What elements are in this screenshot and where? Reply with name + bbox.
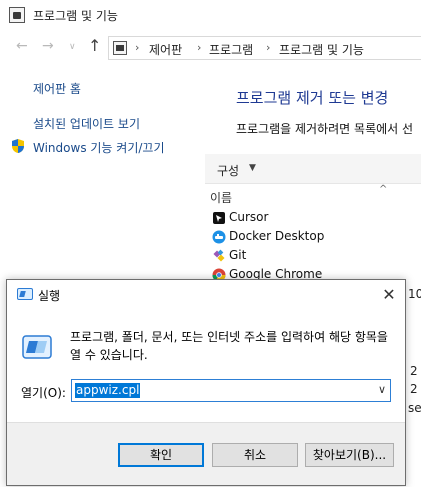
background-list-text: 2 R — [410, 382, 421, 396]
back-arrow-icon[interactable]: ← — [16, 38, 28, 54]
background-list-text: ser) — [408, 401, 421, 415]
organize-button[interactable]: 구성 — [217, 162, 239, 179]
breadcrumb-control-panel[interactable]: 제어판 — [149, 41, 182, 58]
column-header-name[interactable]: 이름 — [210, 189, 232, 206]
control-panel-home-link[interactable]: 제어판 홈 — [33, 80, 81, 97]
breadcrumb-separator-icon[interactable]: › — [135, 41, 139, 54]
cursor-app-icon — [213, 212, 225, 224]
git-app-icon — [213, 249, 225, 262]
address-bar[interactable]: › 제어판 › 프로그램 › 프로그램 및 기능 — [108, 36, 421, 60]
control-panel-address-icon — [113, 41, 127, 55]
list-item[interactable]: Cursor — [212, 209, 421, 228]
breadcrumb-separator-icon[interactable]: › — [197, 41, 201, 54]
run-large-icon — [22, 335, 52, 359]
navigation-bar: ← → ∨ ↑ › 제어판 › 프로그램 › 프로그램 및 기능 — [0, 34, 421, 62]
breadcrumb-separator-icon[interactable]: › — [266, 41, 270, 54]
windows-features-link[interactable]: Windows 기능 켜기/끄기 — [33, 139, 164, 156]
page-description: 프로그램을 제거하려면 목록에서 선 — [236, 122, 414, 136]
window-title: 프로그램 및 기능 — [33, 9, 118, 23]
cancel-button[interactable]: 취소 — [212, 443, 298, 467]
open-label: 열기(O): — [21, 386, 66, 400]
background-list-text: 10.8 — [408, 287, 421, 301]
program-name: Cursor — [229, 210, 269, 224]
chevron-down-icon[interactable]: ∨ — [378, 383, 386, 396]
close-icon[interactable]: ✕ — [373, 281, 405, 309]
column-header[interactable]: ^ 이름 — [205, 184, 421, 207]
recent-locations-chevron-icon[interactable]: ∨ — [69, 42, 76, 52]
run-dialog-titlebar[interactable]: 실행 ✕ — [7, 280, 405, 310]
list-item[interactable]: Git — [212, 247, 421, 266]
program-name: Git — [229, 248, 247, 262]
background-list-text: 2 R — [410, 364, 421, 378]
forward-arrow-icon[interactable]: → — [42, 38, 54, 54]
breadcrumb-programs-and-features[interactable]: 프로그램 및 기능 — [279, 41, 364, 58]
view-installed-updates-link[interactable]: 설치된 업데이트 보기 — [33, 115, 140, 132]
ok-button[interactable]: 확인 — [118, 443, 204, 467]
program-name: Docker Desktop — [229, 229, 325, 243]
run-dialog: 실행 ✕ 프로그램, 폴더, 문서, 또는 인터넷 주소를 입력하여 해당 항목… — [6, 279, 406, 486]
desktop-screen: 프로그램 및 기능 ← → ∨ ↑ › 제어판 › 프로그램 › 프로그램 및 … — [0, 0, 421, 487]
run-dialog-title: 실행 — [38, 289, 61, 303]
command-input-value[interactable]: appwiz.cpl — [75, 383, 141, 398]
docker-app-icon — [212, 230, 226, 244]
shield-icon — [12, 139, 24, 153]
run-icon — [17, 288, 33, 300]
control-panel-icon — [9, 7, 25, 23]
sort-ascending-icon: ^ — [379, 184, 388, 195]
browse-button[interactable]: 찾아보기(B)... — [305, 443, 394, 467]
command-input[interactable]: appwiz.cpl ∨ — [71, 379, 391, 402]
run-dialog-footer: 확인 취소 찾아보기(B)... — [7, 422, 405, 485]
list-item[interactable]: Docker Desktop — [212, 228, 421, 247]
organize-dropdown-caret-icon[interactable]: ▼ — [249, 163, 256, 173]
breadcrumb-programs[interactable]: 프로그램 — [209, 41, 253, 58]
control-panel-titlebar: 프로그램 및 기능 — [0, 0, 421, 32]
programs-toolbar: 구성 ▼ — [205, 154, 421, 184]
page-title: 프로그램 제거 또는 변경 — [236, 89, 389, 107]
run-description: 프로그램, 폴더, 문서, 또는 인터넷 주소를 입력하여 해당 항목을 열 수… — [70, 330, 388, 362]
up-arrow-icon[interactable]: ↑ — [88, 36, 101, 55]
